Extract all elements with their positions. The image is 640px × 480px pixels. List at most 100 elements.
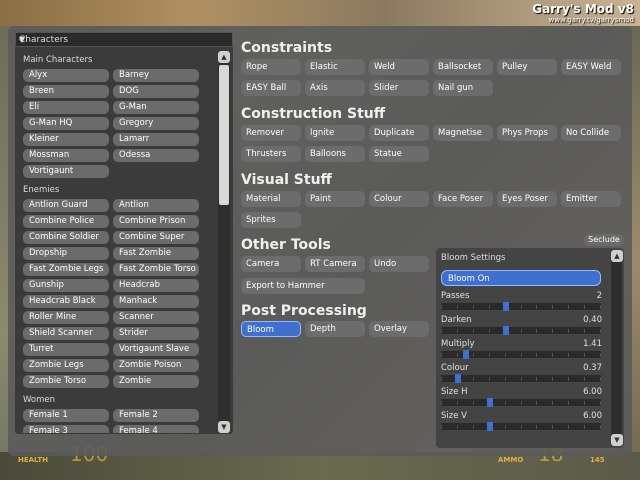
material-button[interactable]: Material — [241, 191, 301, 207]
character-zombie[interactable]: Zombie — [113, 375, 199, 388]
face-poser-button[interactable]: Face Poser — [433, 191, 493, 207]
character-turret[interactable]: Turret — [23, 343, 109, 356]
character-fast-zombie-legs[interactable]: Fast Zombie Legs — [23, 263, 109, 276]
depth-button[interactable]: Depth — [305, 321, 365, 337]
character-shield-scanner[interactable]: Shield Scanner — [23, 327, 109, 340]
character-manhack[interactable]: Manhack — [113, 295, 199, 308]
pulley-button[interactable]: Pulley — [497, 59, 557, 75]
slider-multiply[interactable] — [441, 350, 601, 359]
slider-passes[interactable] — [441, 302, 601, 311]
character-combine-prison[interactable]: Combine Prison — [113, 215, 199, 228]
duplicate-button[interactable]: Duplicate — [369, 125, 429, 141]
bloom-scrollbar[interactable]: ▲ ▼ — [611, 250, 623, 446]
character-dog[interactable]: DOG — [113, 85, 199, 98]
character-mossman[interactable]: Mossman — [23, 149, 109, 162]
character-combine-soldier[interactable]: Combine Soldier — [23, 231, 109, 244]
slider-size-h[interactable] — [441, 398, 601, 407]
character-roller-mine[interactable]: Roller Mine — [23, 311, 109, 324]
eyes-poser-button[interactable]: Eyes Poser — [497, 191, 557, 207]
phys-props-button[interactable]: Phys Props — [497, 125, 557, 141]
emitter-button[interactable]: Emitter — [561, 191, 621, 207]
seclude-button[interactable]: Seclude — [584, 234, 624, 246]
character-female-3[interactable]: Female 3 — [23, 425, 109, 433]
character-female-1[interactable]: Female 1 — [23, 409, 109, 422]
export-to-hammer-button[interactable]: Export to Hammer — [241, 278, 365, 294]
easy-ball-button[interactable]: EASY Ball — [241, 80, 301, 96]
character-antlion-guard[interactable]: Antlion Guard — [23, 199, 109, 212]
ballsocket-button[interactable]: Ballsocket — [433, 59, 493, 75]
remover-button[interactable]: Remover — [241, 125, 301, 141]
easy-weld-button[interactable]: EASY Weld — [561, 59, 621, 75]
character-headcrab[interactable]: Headcrab — [113, 279, 199, 292]
magnetise-button[interactable]: Magnetise — [433, 125, 493, 141]
statue-button[interactable]: Statue — [369, 146, 429, 162]
rt-camera-button[interactable]: RT Camera — [305, 256, 365, 272]
character-strider[interactable]: Strider — [113, 327, 199, 340]
scroll-thumb[interactable] — [219, 65, 229, 205]
character-alyx[interactable]: Alyx — [23, 69, 109, 82]
character-vortigaunt-slave[interactable]: Vortigaunt Slave — [113, 343, 199, 356]
character-lamarr[interactable]: Lamarr — [113, 133, 199, 146]
character-list[interactable]: Main Characters Alyx Barney Breen DOG Eli G-Ma… — [19, 51, 215, 433]
character-scrollbar[interactable]: ▲ ▼ — [218, 51, 230, 433]
sprites-button[interactable]: Sprites — [241, 212, 301, 228]
slider-knob[interactable] — [454, 374, 461, 383]
camera-button[interactable]: Camera — [241, 256, 301, 272]
character-fast-zombie[interactable]: Fast Zombie — [113, 247, 199, 260]
slider-tick — [536, 329, 538, 333]
axis-button[interactable]: Axis — [305, 80, 365, 96]
slider-knob[interactable] — [462, 350, 469, 359]
balloons-button[interactable]: Balloons — [305, 146, 365, 162]
undo-button[interactable]: Undo — [369, 256, 429, 272]
character-odessa[interactable]: Odessa — [113, 149, 199, 162]
weld-button[interactable]: Weld — [369, 59, 429, 75]
slider-knob[interactable] — [502, 326, 509, 335]
character-female-2[interactable]: Female 2 — [113, 409, 199, 422]
category-dropdown[interactable]: Characters ▼ — [15, 32, 233, 47]
paint-button[interactable]: Paint — [305, 191, 365, 207]
character-zombie-torso[interactable]: Zombie Torso — [23, 375, 109, 388]
character-dropship[interactable]: Dropship — [23, 247, 109, 260]
nail-gun-button[interactable]: Nail gun — [433, 80, 493, 96]
slider-knob[interactable] — [502, 302, 509, 311]
bloom-button[interactable]: Bloom — [241, 321, 301, 337]
scroll-down-icon[interactable]: ▼ — [611, 434, 623, 446]
bloom-on-toggle[interactable]: Bloom On — [441, 270, 601, 286]
character-combine-police[interactable]: Combine Police — [23, 215, 109, 228]
slider-knob[interactable] — [487, 398, 494, 407]
rope-button[interactable]: Rope — [241, 59, 301, 75]
character-g-man-hq[interactable]: G-Man HQ — [23, 117, 109, 130]
character-zombie-poison[interactable]: Zombie Poison — [113, 359, 199, 372]
slider-colour[interactable] — [441, 374, 601, 383]
slider-darken[interactable] — [441, 326, 601, 335]
character-female-4[interactable]: Female 4 — [113, 425, 199, 433]
ignite-button[interactable]: Ignite — [305, 125, 365, 141]
character-g-man[interactable]: G-Man — [113, 101, 199, 114]
elastic-button[interactable]: Elastic — [305, 59, 365, 75]
character-headcrab-black[interactable]: Headcrab Black — [23, 295, 109, 308]
scroll-up-icon[interactable]: ▲ — [218, 51, 230, 63]
character-gunship[interactable]: Gunship — [23, 279, 109, 292]
character-antlion[interactable]: Antlion — [113, 199, 199, 212]
scroll-up-icon[interactable]: ▲ — [611, 250, 623, 262]
no-collide-button[interactable]: No Collide — [561, 125, 621, 141]
character-vortigaunt[interactable]: Vortigaunt — [23, 165, 109, 178]
scroll-down-icon[interactable]: ▼ — [218, 421, 230, 433]
slider-tick — [584, 377, 586, 381]
colour-button[interactable]: Colour — [369, 191, 429, 207]
slider-size-v[interactable] — [441, 422, 601, 431]
slider-knob[interactable] — [487, 422, 494, 431]
character-kleiner[interactable]: Kleiner — [23, 133, 109, 146]
character-eli[interactable]: Eli — [23, 101, 109, 114]
character-barney[interactable]: Barney — [113, 69, 199, 82]
character-combine-super[interactable]: Combine Super — [113, 231, 199, 244]
slider-button[interactable]: Slider — [369, 80, 429, 96]
character-gregory[interactable]: Gregory — [113, 117, 199, 130]
character-breen[interactable]: Breen — [23, 85, 109, 98]
overlay-button[interactable]: Overlay — [369, 321, 429, 337]
thrusters-button[interactable]: Thrusters — [241, 146, 301, 162]
slider-tick — [552, 353, 554, 357]
character-fast-zombie-torso[interactable]: Fast Zombie Torso — [113, 263, 199, 276]
character-scanner[interactable]: Scanner — [113, 311, 199, 324]
character-zombie-legs[interactable]: Zombie Legs — [23, 359, 109, 372]
